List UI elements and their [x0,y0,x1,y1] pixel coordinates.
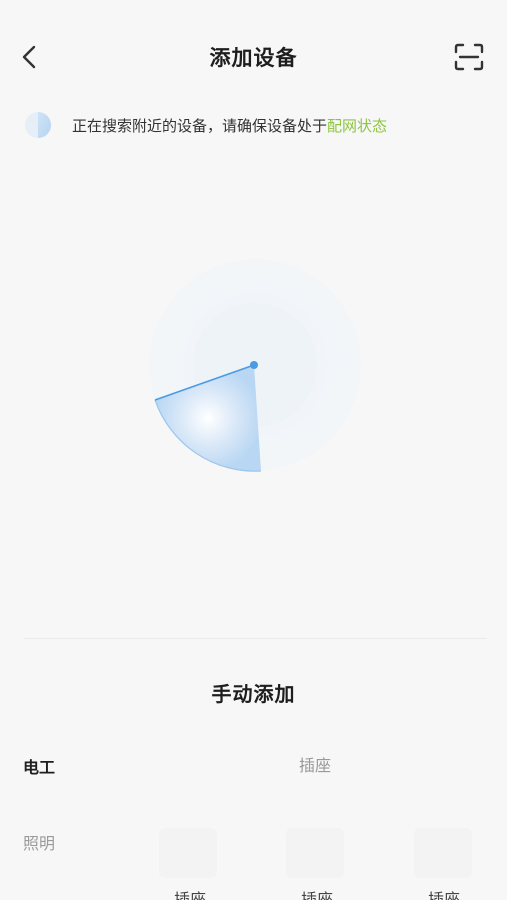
scan-button[interactable] [452,41,486,73]
manual-add-title: 手动添加 [211,682,296,706]
device-card-socket-1[interactable] [159,828,217,878]
device-item-socket[interactable]: 插座 [299,752,331,776]
device-card-socket-2[interactable] [286,828,344,878]
scan-icon [454,43,484,71]
header: 添加设备 [0,0,507,115]
device-label-socket-1: 插座 [174,890,207,900]
device-card-socket-3[interactable] [414,828,472,878]
category-lighting[interactable]: 照明 [23,830,55,854]
device-label-socket-3: 插座 [428,890,461,900]
hint-text: 正在搜索附近的设备，请确保设备处于 [72,116,328,135]
radar-scan-animation [149,259,361,472]
search-hint: 正在搜索附近的设备，请确保设备处于 配网状态 [24,110,494,140]
divider [24,638,487,639]
category-electrician[interactable]: 电工 [23,754,55,778]
network-config-link[interactable]: 配网状态 [327,115,387,136]
page-title: 添加设备 [209,46,298,70]
device-label-socket-2: 插座 [301,890,334,900]
loading-spinner-icon [25,112,51,138]
